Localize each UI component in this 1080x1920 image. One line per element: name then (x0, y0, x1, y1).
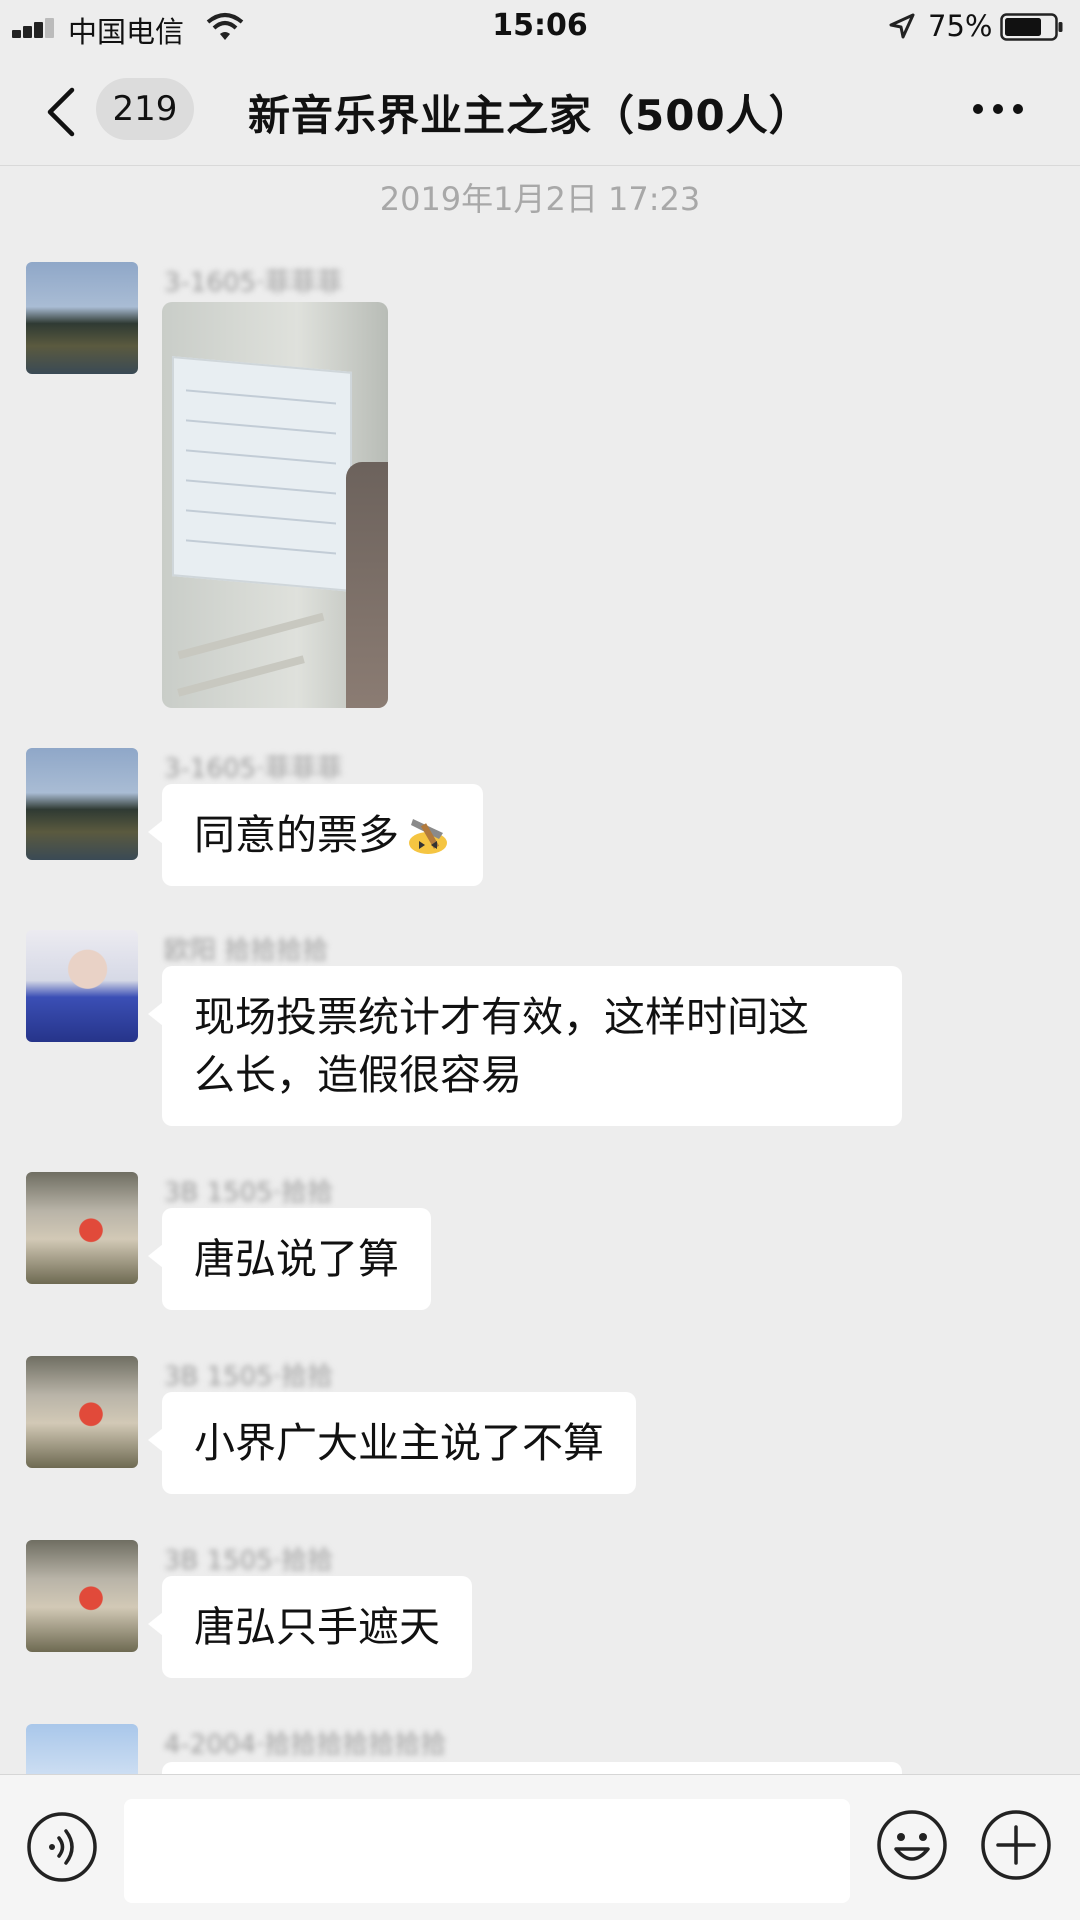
text-bubble[interactable]: 唐弘只手遮天 (148, 1576, 472, 1678)
message-item: 3B 1505·拾拾 唐弘只手遮天 (0, 1540, 1080, 1690)
avatar[interactable] (26, 1724, 138, 1774)
image-message[interactable] (162, 302, 388, 708)
message-item: 3-1605·菲菲菲 同意的票多 (0, 748, 1080, 898)
sender-name: 3B 1505·拾拾 (164, 1546, 334, 1576)
text-bubble[interactable]: 同意的票多 (148, 784, 483, 886)
sender-name: 3-1605·菲菲菲 (164, 268, 343, 298)
message-item: 欧阳 拾拾拾拾 现场投票统计才有效，这样时间这 么长，造假很容易 (0, 930, 1080, 1130)
chat-screen: 中国电信 15:06 75% 219 新音乐界业主之家（500人） 2019年1… (0, 0, 1080, 1920)
message-text-line: 现场投票统计才有效，这样时间这 (194, 993, 809, 1041)
emoji-icon[interactable] (876, 1809, 948, 1881)
message-input[interactable] (124, 1799, 850, 1903)
message-text: 唐弘说了算 (194, 1235, 399, 1283)
plus-icon[interactable] (980, 1809, 1052, 1881)
battery-percent: 75% (928, 9, 993, 43)
more-dots-icon[interactable] (968, 92, 1028, 126)
message-timestamp: 2019年1月2日 17:23 (379, 180, 701, 218)
hammer-emoji-icon (409, 819, 447, 854)
avatar[interactable] (26, 930, 138, 1042)
sender-name: 3B 1505·拾拾 (164, 1362, 334, 1392)
voice-icon[interactable] (26, 1811, 98, 1883)
message-item: 3B 1505·拾拾 唐弘说了算 (0, 1172, 1080, 1322)
status-bar: 中国电信 15:06 75% (0, 0, 1080, 54)
clock: 15:06 (492, 8, 588, 43)
chat-title: 新音乐界业主之家（500人） (248, 91, 812, 140)
message-item: 3-1605·菲菲菲 (0, 262, 1080, 722)
unread-count-badge[interactable]: 219 (96, 78, 194, 140)
sender-name: 欧阳 拾拾拾拾 (164, 936, 329, 966)
chevron-left-icon[interactable] (42, 84, 82, 140)
avatar[interactable] (26, 1172, 138, 1284)
sender-name: 3B 1505·拾拾 (164, 1178, 334, 1208)
avatar[interactable] (26, 262, 138, 374)
message-list[interactable]: 2019年1月2日 17:23 3-1605·菲菲菲 3-1605·菲菲菲 同意… (0, 168, 1080, 1774)
sender-name: 3-1605·菲菲菲 (164, 754, 343, 784)
avatar[interactable] (26, 748, 138, 860)
message-text-line: 么长，造假很容易 (194, 1051, 522, 1099)
battery-icon (1000, 13, 1063, 41)
location-arrow-icon (889, 13, 915, 39)
nav-bar: 219 新音乐界业主之家（500人） (0, 54, 1080, 166)
avatar[interactable] (26, 1356, 138, 1468)
message-item: 3B 1505·拾拾 小界广大业主说了不算 (0, 1356, 1080, 1506)
message-text: 同意的票多 (194, 811, 399, 859)
text-bubble[interactable] (162, 1762, 902, 1774)
text-bubble[interactable]: 现场投票统计才有效，这样时间这 么长，造假很容易 (148, 966, 902, 1126)
text-bubble[interactable]: 唐弘说了算 (148, 1208, 431, 1310)
message-item: 4-2004·拾拾拾拾拾拾拾 (0, 1724, 1080, 1774)
message-text: 唐弘只手遮天 (194, 1603, 440, 1651)
input-bar (0, 1774, 1080, 1920)
avatar[interactable] (26, 1540, 138, 1652)
message-text: 小界广大业主说了不算 (194, 1419, 604, 1467)
text-bubble[interactable]: 小界广大业主说了不算 (148, 1392, 636, 1494)
sender-name: 4-2004·拾拾拾拾拾拾拾 (164, 1730, 447, 1760)
